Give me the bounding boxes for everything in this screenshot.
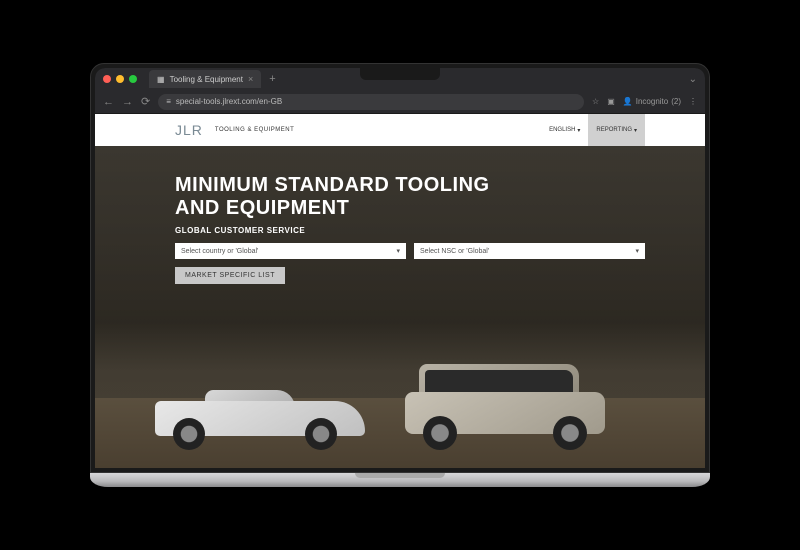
menu-icon[interactable]: ⋮ xyxy=(689,97,697,106)
page-subtitle: GLOBAL CUSTOMER SERVICE xyxy=(175,226,645,235)
hero-image xyxy=(95,308,705,468)
laptop-base xyxy=(90,473,710,487)
tabs-menu-button[interactable]: ⌄ xyxy=(689,74,697,85)
back-button[interactable]: ← xyxy=(103,96,114,108)
tab-favicon: ▦ xyxy=(157,75,165,84)
site-info-icon[interactable]: ≡ xyxy=(166,97,171,106)
window-controls xyxy=(103,75,137,83)
screen-bezel: ▦ Tooling & Equipment × + ⌄ ← → ⟳ ≡ spec… xyxy=(90,63,710,473)
nsc-select[interactable]: Select NSC or 'Global' ▾ xyxy=(414,243,645,259)
close-window-button[interactable] xyxy=(103,75,111,83)
toolbar-actions: ☆ ▣ 👤 Incognito (2) ⋮ xyxy=(592,97,697,106)
browser-tab[interactable]: ▦ Tooling & Equipment × xyxy=(149,70,261,88)
sports-car-image xyxy=(155,380,365,450)
hero-section: MINIMUM STANDARD TOOLING AND EQUIPMENT G… xyxy=(95,146,705,468)
page-title: MINIMUM STANDARD TOOLING AND EQUIPMENT xyxy=(175,174,645,220)
select-placeholder: Select country or 'Global' xyxy=(181,248,258,255)
extensions-icon[interactable]: ▣ xyxy=(607,97,615,106)
incognito-icon: 👤 xyxy=(623,97,633,106)
nav-english[interactable]: ENGLISH ▾ xyxy=(541,114,588,146)
laptop-frame: ▦ Tooling & Equipment × + ⌄ ← → ⟳ ≡ spec… xyxy=(90,63,710,487)
incognito-label: Incognito xyxy=(636,97,668,106)
chevron-down-icon: ▾ xyxy=(635,247,639,255)
forward-button[interactable]: → xyxy=(122,96,133,108)
nav-reporting[interactable]: REPORTING ▾ xyxy=(588,114,645,146)
chevron-down-icon: ▾ xyxy=(396,247,400,255)
address-bar[interactable]: ≡ special-tools.jlrext.com/en-GB xyxy=(158,94,584,110)
title-line-2: AND EQUIPMENT xyxy=(175,197,645,220)
incognito-badge[interactable]: 👤 Incognito (2) xyxy=(623,97,681,106)
market-specific-list-button[interactable]: MARKET SPECIFIC LIST xyxy=(175,267,285,284)
select-placeholder: Select NSC or 'Global' xyxy=(420,248,489,255)
tab-title: Tooling & Equipment xyxy=(170,75,243,84)
laptop-notch xyxy=(360,68,440,80)
close-tab-button[interactable]: × xyxy=(248,74,253,84)
title-line-1: MINIMUM STANDARD TOOLING xyxy=(175,174,645,197)
maximize-window-button[interactable] xyxy=(129,75,137,83)
site-header: JLR TOOLING & EQUIPMENT ENGLISH ▾ REPORT… xyxy=(95,114,705,146)
nav-label: ENGLISH xyxy=(549,127,575,133)
select-row: Select country or 'Global' ▾ Select NSC … xyxy=(175,243,645,259)
suv-image xyxy=(405,350,605,450)
chevron-down-icon: ▾ xyxy=(577,127,580,134)
screen: ▦ Tooling & Equipment × + ⌄ ← → ⟳ ≡ spec… xyxy=(95,68,705,468)
logo[interactable]: JLR xyxy=(175,122,203,138)
chevron-down-icon: ▾ xyxy=(634,127,637,134)
url-text: special-tools.jlrext.com/en-GB xyxy=(176,97,282,106)
new-tab-button[interactable]: + xyxy=(265,73,279,85)
reload-button[interactable]: ⟳ xyxy=(141,95,150,108)
bookmark-icon[interactable]: ☆ xyxy=(592,97,599,106)
page-content: JLR TOOLING & EQUIPMENT ENGLISH ▾ REPORT… xyxy=(95,114,705,468)
browser-toolbar: ← → ⟳ ≡ special-tools.jlrext.com/en-GB ☆… xyxy=(95,90,705,114)
minimize-window-button[interactable] xyxy=(116,75,124,83)
country-select[interactable]: Select country or 'Global' ▾ xyxy=(175,243,406,259)
logo-subtitle: TOOLING & EQUIPMENT xyxy=(215,127,294,133)
incognito-count: (2) xyxy=(671,97,681,106)
hero-content: MINIMUM STANDARD TOOLING AND EQUIPMENT G… xyxy=(175,174,645,284)
nav-label: REPORTING xyxy=(596,127,632,133)
